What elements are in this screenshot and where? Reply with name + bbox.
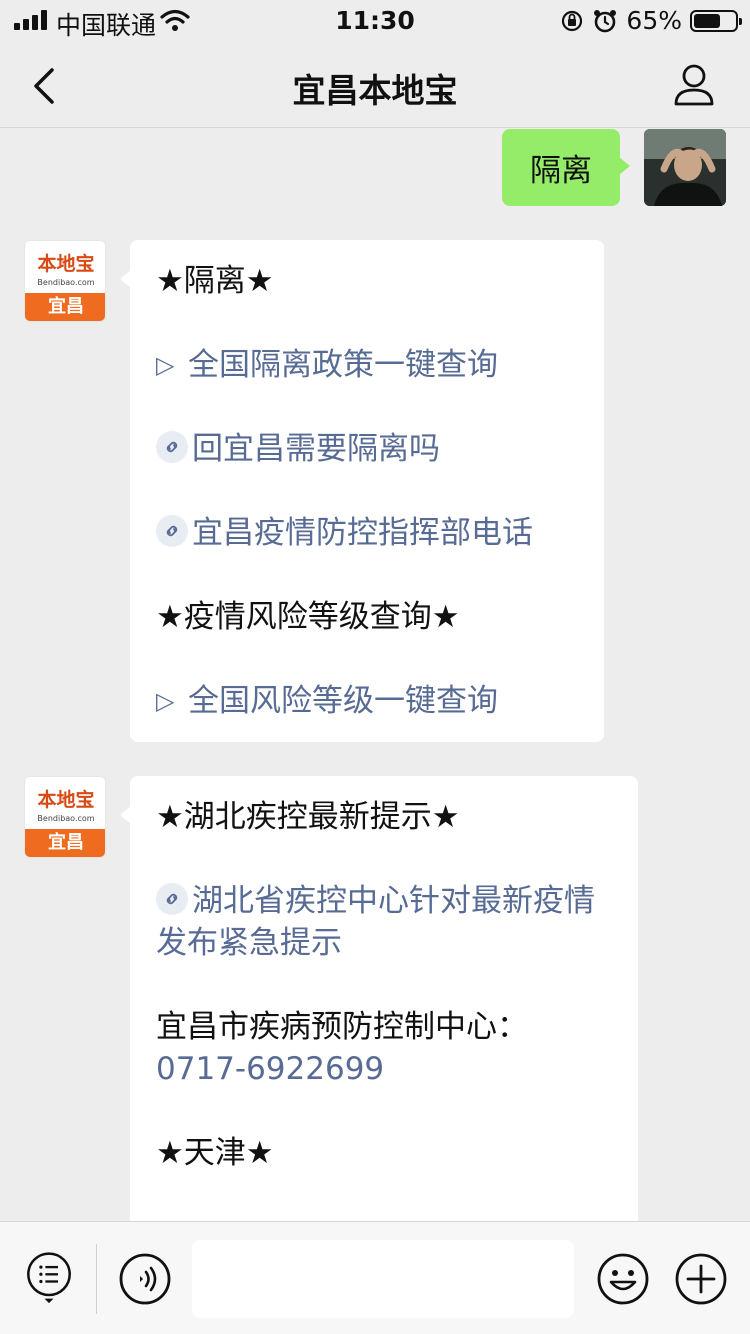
input-toolbar <box>0 1221 750 1334</box>
link-risk-level[interactable]: ▷ 全国风险等级一键查询 <box>156 680 498 722</box>
section-heading: ★疫情风险等级查询★ <box>156 599 460 635</box>
battery-fill <box>694 13 720 28</box>
mini-program-icon <box>156 883 188 915</box>
battery-percent: 65% <box>626 6 682 35</box>
user-avatar[interactable] <box>644 129 726 206</box>
toolbar-divider <box>96 1244 97 1314</box>
phone-link[interactable]: 0717-6922699 <box>156 1048 616 1090</box>
brand-logo: 本地宝 Bendibao.com <box>25 241 105 295</box>
brand-url: Bendibao.com <box>37 814 95 823</box>
person-icon[interactable] <box>672 62 716 106</box>
chat-area[interactable]: 隔离 本地宝 Bendibao.com 宜昌 ★隔离★ ▷ 全国隔离政策一键查询 … <box>0 129 750 1221</box>
plus-icon[interactable] <box>674 1252 728 1306</box>
user-photo <box>644 129 726 206</box>
brand-name: 本地宝 <box>37 789 95 811</box>
bot-message-bubble[interactable]: ★隔离★ ▷ 全国隔离政策一键查询 回宜昌需要隔离吗 宜昌疫情防控指挥部电话 ★疫… <box>120 240 604 742</box>
status-bar: 中国联通 11:30 65% <box>0 0 750 42</box>
user-message-text: 隔离 <box>530 153 592 189</box>
voice-icon[interactable] <box>118 1252 172 1306</box>
section-heading: ★天津★ <box>156 1135 274 1171</box>
brand-name: 本地宝 <box>37 253 95 275</box>
section-heading: ★湖北疾控最新提示★ <box>156 799 460 835</box>
mini-program-icon <box>156 431 188 463</box>
page-title: 宜昌本地宝 <box>292 71 458 110</box>
brand-url: Bendibao.com <box>37 278 95 287</box>
emoji-icon[interactable] <box>596 1252 650 1306</box>
message-input[interactable] <box>192 1240 574 1318</box>
cdc-contact: 宜昌市疾病预防控制中心： 0717-6922699 <box>156 1006 616 1090</box>
cdc-label: 宜昌市疾病预防控制中心： <box>156 1009 528 1045</box>
link-return-quarantine[interactable]: 回宜昌需要隔离吗 <box>156 428 440 470</box>
section-heading: ★隔离★ <box>156 263 274 299</box>
brand-logo: 本地宝 Bendibao.com <box>25 777 105 831</box>
list-icon[interactable] <box>22 1250 76 1304</box>
nav-bar: 宜昌本地宝 <box>0 42 750 128</box>
link-label: 宜昌疫情防控指挥部电话 <box>192 515 533 551</box>
triangle-icon: ▷ <box>156 351 175 379</box>
status-right: 65% <box>560 6 742 35</box>
user-message-bubble[interactable]: 隔离 <box>502 129 630 206</box>
brand-city: 宜昌 <box>25 293 105 321</box>
link-hubei-cdc-alert[interactable]: 湖北省疾控中心针对最新疫情发布紧急提示 <box>156 880 616 964</box>
bot-message-bubble[interactable]: ★湖北疾控最新提示★ 湖北省疾控中心针对最新疫情发布紧急提示 宜昌市疾病预防控制… <box>120 776 638 1221</box>
mini-program-icon <box>156 515 188 547</box>
alarm-icon <box>594 9 617 32</box>
brand-avatar[interactable]: 本地宝 Bendibao.com 宜昌 <box>24 776 106 858</box>
link-command-phone[interactable]: 宜昌疫情防控指挥部电话 <box>156 512 533 554</box>
link-quarantine-policy[interactable]: ▷ 全国隔离政策一键查询 <box>156 344 498 386</box>
brand-avatar[interactable]: 本地宝 Bendibao.com 宜昌 <box>24 240 106 322</box>
link-label: 全国风险等级一键查询 <box>188 683 498 719</box>
orientation-lock-icon <box>562 10 583 31</box>
battery-icon <box>690 9 742 32</box>
link-label: 湖北省疾控中心针对最新疫情发布紧急提示 <box>156 883 595 961</box>
link-label: 全国隔离政策一键查询 <box>188 347 498 383</box>
triangle-icon: ▷ <box>156 687 175 715</box>
brand-city: 宜昌 <box>25 829 105 857</box>
link-label: 回宜昌需要隔离吗 <box>192 431 440 467</box>
